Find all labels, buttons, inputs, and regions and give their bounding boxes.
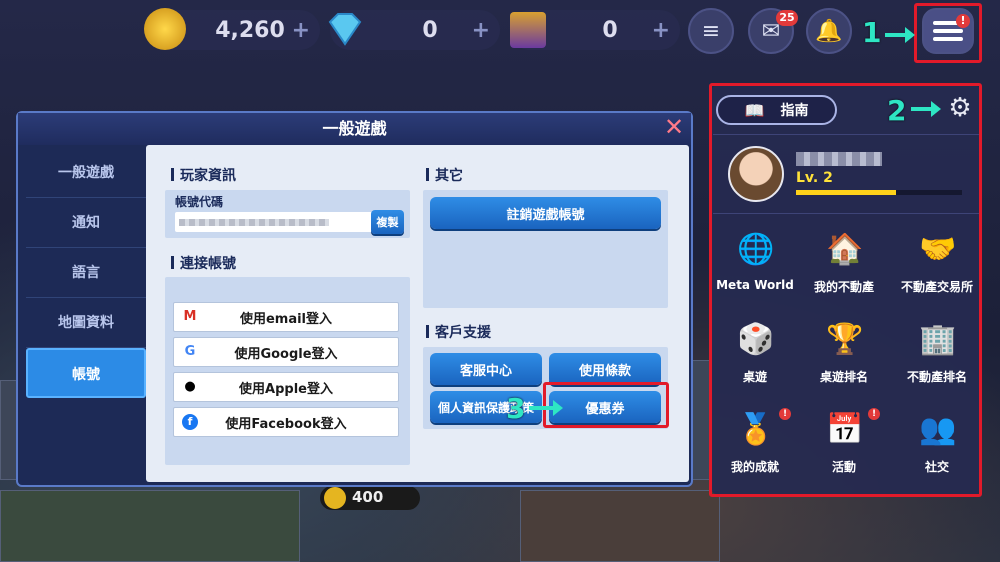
linked-accounts-heading: 連接帳號	[171, 253, 236, 273]
login-email-label: 使用email登入	[239, 311, 333, 327]
map-tile	[520, 490, 720, 562]
copy-button[interactable]: 複製	[371, 210, 404, 234]
nav-language[interactable]: 語言	[26, 248, 146, 298]
close-icon: ✕	[663, 113, 685, 141]
add-tickets-button[interactable]: +	[652, 18, 670, 43]
gems-value: 0	[422, 17, 438, 43]
support-heading: 客戶支援	[426, 322, 491, 342]
login-facebook-label: 使用Facebook登入	[225, 416, 347, 432]
nav-account[interactable]: 帳號	[26, 348, 146, 398]
diamond-icon	[324, 8, 366, 50]
callout-number-3: 3	[506, 392, 526, 425]
callout-arrow-3	[529, 400, 563, 416]
callout-arrow-1	[885, 27, 915, 43]
nav-general[interactable]: 一般遊戲	[26, 148, 146, 198]
player-info-card: 帳號代碼 複製	[165, 190, 410, 238]
coin-icon	[144, 8, 186, 50]
login-apple-button[interactable]: ● 使用Apple登入	[173, 372, 399, 402]
other-card: 註銷遊戲帳號	[423, 190, 668, 308]
blurred-account-code	[179, 219, 329, 226]
login-google-button[interactable]: G 使用Google登入	[173, 337, 399, 367]
login-apple-label: 使用Apple登入	[239, 381, 333, 397]
coin-stack-button[interactable]: ≡	[688, 8, 734, 54]
delete-account-button[interactable]: 註銷遊戲帳號	[430, 197, 661, 229]
mail-count-badge: 25	[776, 10, 798, 26]
gems-counter: 0 +	[328, 10, 500, 50]
notification-button[interactable]: 🔔	[806, 8, 852, 54]
nav-map-data[interactable]: 地圖資料	[26, 298, 146, 348]
settings-nav: 一般遊戲 通知 語言 地圖資料 帳號	[26, 148, 146, 398]
map-tile	[0, 490, 300, 562]
account-code-field	[175, 212, 375, 232]
login-email-button[interactable]: M 使用email登入	[173, 302, 399, 332]
close-button[interactable]: ✕	[663, 115, 685, 139]
facebook-icon: f	[182, 414, 198, 430]
other-heading: 其它	[426, 165, 463, 185]
customer-service-button[interactable]: 客服中心	[430, 353, 542, 385]
chip-value: 400	[352, 488, 384, 506]
gmail-icon: M	[183, 309, 197, 324]
coin-icon	[324, 487, 346, 509]
account-code-label: 帳號代碼	[175, 195, 224, 209]
map-price-chip: 400	[320, 486, 420, 510]
highlight-box-side-menu	[709, 83, 982, 497]
add-gems-button[interactable]: +	[472, 18, 490, 43]
player-info-heading: 玩家資訊	[171, 165, 236, 185]
coins-counter: 4,260 +	[144, 8, 320, 50]
bell-icon: 🔔	[815, 18, 843, 44]
apple-icon: ●	[184, 379, 196, 394]
ticket-icon	[510, 12, 546, 48]
callout-number-1: 1	[862, 16, 882, 49]
coin-stack-icon: ≡	[701, 18, 721, 44]
tickets-value: 0	[602, 17, 618, 43]
terms-button[interactable]: 使用條款	[549, 353, 661, 385]
google-icon: G	[184, 344, 196, 359]
login-facebook-button[interactable]: f 使用Facebook登入	[173, 407, 399, 437]
nav-notifications[interactable]: 通知	[26, 198, 146, 248]
highlight-box-menu	[914, 3, 982, 63]
login-google-label: 使用Google登入	[234, 346, 338, 362]
mail-button[interactable]: ✉ 25	[748, 8, 798, 54]
add-coins-button[interactable]: +	[292, 18, 310, 43]
dialog-title: 一般遊戲	[18, 113, 691, 145]
tickets-counter: 0 +	[510, 10, 680, 50]
coins-value: 4,260	[215, 17, 285, 43]
